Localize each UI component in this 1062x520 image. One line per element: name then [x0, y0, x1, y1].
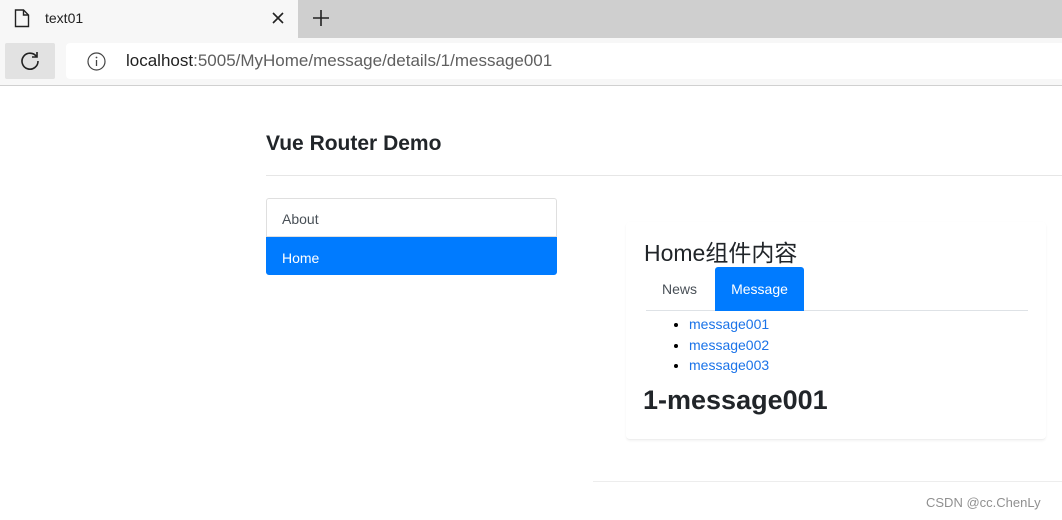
tab-message[interactable]: Message — [715, 267, 804, 311]
page-title: Vue Router Demo — [266, 132, 442, 155]
close-icon[interactable] — [268, 8, 288, 28]
url-path: :5005/MyHome/message/details/1/message00… — [193, 51, 553, 70]
footer-divider — [593, 481, 1062, 482]
reload-icon — [21, 52, 39, 70]
url-host: localhost — [126, 51, 194, 70]
list-item: message002 — [689, 335, 769, 356]
app-header: Vue Router Demo — [266, 132, 441, 156]
side-nav: About Home — [266, 198, 557, 275]
header-divider — [266, 175, 1062, 176]
browser-tab[interactable]: text01 — [0, 0, 298, 38]
url-text[interactable]: localhost:5005/MyHome/message/details/1/… — [126, 51, 552, 71]
message-link-3[interactable]: message003 — [689, 357, 769, 373]
message-detail: 1-message001 — [643, 385, 828, 415]
tab-news[interactable]: News — [646, 267, 716, 311]
browser-tab-strip: text01 — [0, 0, 1062, 38]
browser-toolbar: localhost:5005/MyHome/message/details/1/… — [0, 38, 1062, 86]
nav-item-home[interactable]: Home — [266, 237, 557, 275]
list-item: message001 — [689, 314, 769, 335]
info-icon[interactable] — [87, 52, 106, 71]
message-link-2[interactable]: message002 — [689, 337, 769, 353]
new-tab-icon[interactable] — [310, 7, 332, 29]
address-bar[interactable]: localhost:5005/MyHome/message/details/1/… — [66, 43, 1062, 79]
message-link-1[interactable]: message001 — [689, 316, 769, 332]
browser-tab-title: text01 — [45, 10, 84, 26]
file-icon — [14, 9, 30, 28]
home-panel: Home组件内容 News Message message001 message… — [626, 222, 1046, 440]
watermark: CSDN @cc.ChenLy — [926, 495, 1041, 510]
home-tabs: News Message — [646, 267, 1028, 311]
nav-item-about[interactable]: About — [266, 198, 557, 237]
home-heading: Home组件内容 — [644, 240, 798, 266]
reload-button[interactable] — [5, 43, 55, 79]
list-item: message003 — [689, 355, 769, 376]
message-list: message001 message002 message003 — [689, 314, 769, 376]
